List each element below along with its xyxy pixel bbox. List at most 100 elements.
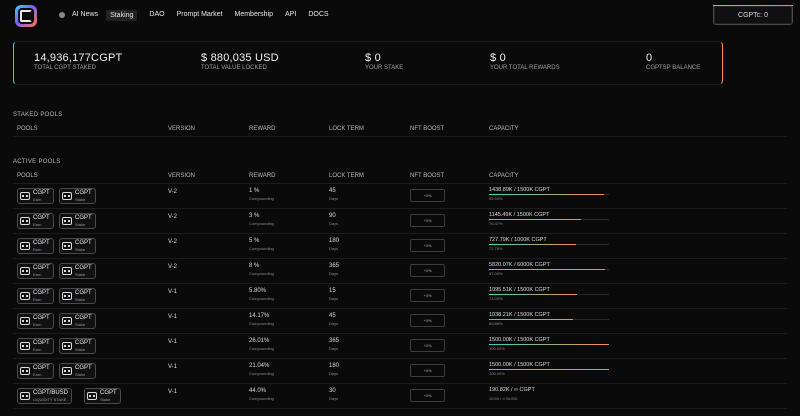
reward-rate: 8 % (249, 263, 260, 269)
wallet-balance-button[interactable]: CGPTc: 0 (713, 5, 793, 25)
lock-term-unit: Days (329, 346, 339, 351)
nft-boost-button[interactable]: +0% (410, 239, 445, 252)
theme-toggle-icon[interactable] (59, 12, 65, 18)
pool-version: V-2 (168, 239, 178, 245)
lock-term-unit: Days (329, 221, 339, 226)
table-row: CGPT/BUSD LIQUIDITY STAKE CGPT Stake V-1 44.0… (13, 384, 787, 409)
badge-sub: Earn (33, 222, 42, 227)
token-icon (62, 217, 72, 225)
stake-token-badge[interactable]: CGPT Stake (84, 388, 121, 404)
capacity-progress-bar (489, 194, 609, 195)
pool-version: V-2 (168, 264, 178, 270)
capacity-value: 5820.07K / 6000K CGPT (489, 262, 550, 268)
stake-token-badge[interactable]: CGPT Stake (59, 313, 96, 329)
badge-text: CGPT Earn (33, 340, 50, 352)
capacity-progress-fill (489, 294, 577, 295)
stat-label: TOTAL CGPT STAKED (34, 65, 97, 71)
pool-version: V-2 (168, 189, 178, 195)
earn-token-badge[interactable]: CGPT Earn (17, 313, 54, 329)
reward-type: Compounding (249, 396, 274, 401)
table-row: CGPT Earn CGPT Stake V-2 5 % Compounding 180 Day… (13, 234, 787, 259)
badge-token: CGPT (100, 390, 117, 396)
stat-1: $ 880,035 USD TOTAL VALUE LOCKED (201, 52, 279, 71)
badge-text: CGPT Stake (75, 240, 92, 252)
nav-item-ai-news[interactable]: AI News (72, 10, 98, 21)
earn-token-badge[interactable]: CGPT/BUSD LIQUIDITY STAKE (17, 388, 73, 404)
stake-token-badge[interactable]: CGPT Stake (59, 263, 96, 279)
badge-sub: Stake (100, 397, 111, 402)
token-icon (20, 267, 30, 275)
token-icon (87, 392, 97, 400)
badge-text: CGPT Earn (33, 290, 50, 302)
nft-boost-button[interactable]: +0% (410, 189, 445, 202)
lock-term: 365 (329, 263, 340, 269)
nav-item-prompt-market[interactable]: Prompt Market (177, 10, 223, 21)
stake-token-badge[interactable]: CGPT Stake (59, 288, 96, 304)
table-row: CGPT Earn CGPT Stake V-1 21.04% Compounding 180… (13, 359, 787, 384)
capacity-value: 1145.49K / 1500K CGPT (489, 212, 550, 218)
nft-boost-button[interactable]: +0% (410, 314, 445, 327)
token-icon (62, 292, 72, 300)
lock-term: 30 (329, 388, 336, 394)
capacity-progress-bar (489, 344, 609, 345)
nav-item-api[interactable]: API (285, 10, 296, 21)
badge-sub: Stake (75, 297, 86, 302)
token-icon (62, 192, 72, 200)
token-icon (20, 192, 30, 200)
reward-rate: 14.17% (249, 313, 270, 319)
table-row: CGPT Earn CGPT Stake V-2 8 % Compounding 365 Day… (13, 259, 787, 284)
badge-text: CGPT/BUSD LIQUIDITY STAKE (33, 390, 68, 402)
nft-boost-button[interactable]: +0% (410, 264, 445, 277)
earn-token-badge[interactable]: CGPT Earn (17, 288, 54, 304)
capacity-progress-fill (489, 344, 609, 345)
nav-item-membership[interactable]: Membership (235, 10, 274, 21)
pool-version: V-1 (168, 314, 178, 320)
nav-item-staking[interactable]: Staking (106, 10, 138, 21)
stat-4: 0 CGPTsp BALANCE (646, 52, 700, 71)
nft-boost-button[interactable]: +0% (410, 339, 445, 352)
capacity-progress-fill (489, 219, 581, 220)
nft-boost-button[interactable]: +0% (410, 364, 445, 377)
stake-token-badge[interactable]: CGPT Stake (59, 238, 96, 254)
stake-token-badge[interactable]: CGPT Stake (59, 213, 96, 229)
nav-item-docs[interactable]: DOCS (308, 10, 328, 21)
column-header-lock-term: LOCK TERM (329, 173, 364, 179)
column-header-capacity: CAPACITY (489, 173, 519, 179)
staked-pools-header: POOLS VERSION REWARD LOCK TERM NFT BOOST CAPA… (13, 123, 787, 137)
earn-token-badge[interactable]: CGPT Earn (17, 188, 54, 204)
column-header-pools: POOLS (17, 126, 38, 132)
stat-label: YOUR TOTAL REWARDS (490, 65, 560, 71)
capacity-progress-fill (489, 194, 605, 195)
earn-token-badge[interactable]: CGPT Earn (17, 338, 54, 354)
reward-type: Compounding (249, 346, 274, 351)
pool-version: V-1 (168, 339, 178, 345)
pool-version: V-1 (168, 389, 178, 395)
nft-boost-button[interactable]: +0% (410, 289, 445, 302)
column-header-reward: REWARD (249, 126, 276, 132)
app-logo-icon[interactable] (15, 5, 37, 27)
nav-item-dao[interactable]: DAO (149, 10, 164, 21)
reward-type: Compounding (249, 221, 274, 226)
reward-type: Compounding (249, 246, 274, 251)
reward-rate: 3 % (249, 213, 260, 219)
earn-token-badge[interactable]: CGPT Earn (17, 238, 54, 254)
capacity-value: 1500.00K / 1500K CGPT (489, 362, 550, 368)
table-row: CGPT Earn CGPT Stake V-1 14.17% Compounding 45 D… (13, 309, 787, 334)
top-nav: AI News Staking DAO Prompt Market Membership… (0, 0, 800, 32)
earn-token-badge[interactable]: CGPT Earn (17, 263, 54, 279)
stake-token-badge[interactable]: CGPT Stake (59, 338, 96, 354)
stat-value: 0 (646, 52, 653, 64)
badge-sub: Earn (33, 322, 42, 327)
stake-token-badge[interactable]: CGPT Stake (59, 188, 96, 204)
stat-value: $ 880,035 USD (201, 52, 279, 64)
earn-token-badge[interactable]: CGPT Earn (17, 363, 54, 379)
lock-term-unit: Days (329, 296, 339, 301)
earn-token-badge[interactable]: CGPT Earn (17, 213, 54, 229)
nft-boost-button[interactable]: +0% (410, 389, 445, 402)
lock-term: 365 (329, 338, 340, 344)
capacity-progress-fill (489, 244, 577, 245)
capacity-value: 1438.89K / 1500K CGPT (489, 187, 550, 193)
nft-boost-button[interactable]: +0% (410, 214, 445, 227)
stake-token-badge[interactable]: CGPT Stake (59, 363, 96, 379)
reward-rate: 1 % (249, 188, 260, 194)
